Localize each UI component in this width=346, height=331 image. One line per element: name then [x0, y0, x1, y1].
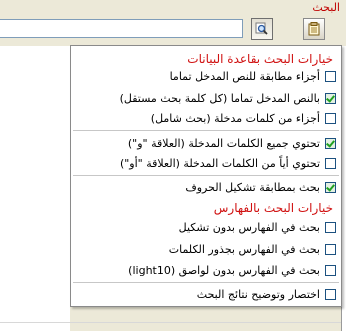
checkbox[interactable]: [325, 112, 336, 124]
checkbox[interactable]: [325, 181, 336, 193]
index-options-title: خيارات البحث بالفهارس: [213, 201, 333, 215]
search-input[interactable]: [0, 19, 243, 38]
menu-separator: [73, 130, 339, 131]
menu-item-any-words[interactable]: تحتوي أياً من الكلمات المدخلة (العلاقة "…: [73, 155, 337, 171]
magnifier-icon: [255, 22, 268, 35]
menu-item-partial-words[interactable]: أجزاء من كلمات مدخلة (بحث شامل): [73, 110, 337, 126]
panel-title: البحث: [312, 1, 340, 14]
checkbox[interactable]: [325, 243, 336, 255]
menu-item-label: بحث في الفهارس بدون لواصق (light10): [128, 263, 320, 277]
menu-item-label: بحث بمطابقة تشكيل الحروف: [185, 180, 320, 194]
search-options-button[interactable]: [303, 18, 325, 40]
database-options-title: خيارات البحث بقاعدة البيانات: [187, 52, 333, 66]
menu-separator: [73, 282, 339, 283]
menu-item-label: بحث في الفهارس بدون تشكيل: [178, 220, 320, 234]
menu-item-label: بحث في الفهارس بجذور الكلمات: [168, 242, 320, 256]
menu-item-label: بالنص المدخل تماما (كل كلمة بحث مستقل): [119, 91, 320, 105]
checkbox[interactable]: [325, 157, 336, 169]
menu-item-diacritics-match[interactable]: بحث بمطابقة تشكيل الحروف: [73, 179, 337, 195]
menu-item-exact-parts[interactable]: أجزاء مطابقة للنص المدخل تماما: [73, 68, 337, 84]
menu-item-exact-text[interactable]: بالنص المدخل تماما (كل كلمة بحث مستقل): [73, 90, 337, 106]
search-toolbar: البحث: [0, 0, 346, 46]
menu-item-label: اختصار وتوضيح نتائج البحث: [196, 287, 320, 301]
menu-separator: [73, 175, 339, 176]
menu-item-label: تحتوي أياً من الكلمات المدخلة (العلاقة "…: [119, 156, 320, 170]
checkbox[interactable]: [325, 92, 336, 104]
menu-item-all-words[interactable]: تحتوي جميع الكلمات المدخلة (العلاقة "و"): [73, 135, 337, 151]
menu-item-summarize-results[interactable]: اختصار وتوضيح نتائج البحث: [73, 286, 337, 302]
menu-item-label: أجزاء مطابقة للنص المدخل تماما: [169, 69, 320, 83]
search-options-menu: خيارات البحث بقاعدة البيانات أجزاء مطابق…: [70, 45, 342, 307]
checkbox[interactable]: [325, 221, 336, 233]
menu-item-index-no-affixes[interactable]: بحث في الفهارس بدون لواصق (light10): [73, 262, 337, 278]
menu-item-index-roots[interactable]: بحث في الفهارس بجذور الكلمات: [73, 241, 337, 257]
checkbox[interactable]: [325, 137, 336, 149]
menu-item-label: تحتوي جميع الكلمات المدخلة (العلاقة "و"): [127, 136, 320, 150]
checkbox[interactable]: [325, 264, 336, 276]
search-button[interactable]: [251, 18, 273, 40]
checkbox[interactable]: [325, 288, 336, 300]
results-area: [0, 46, 70, 331]
menu-item-index-no-diacritics[interactable]: بحث في الفهارس بدون تشكيل: [73, 219, 337, 235]
menu-item-label: أجزاء من كلمات مدخلة (بحث شامل): [150, 111, 320, 125]
notepad-icon: [308, 22, 320, 36]
checkbox[interactable]: [325, 70, 336, 82]
divider: [0, 322, 341, 323]
